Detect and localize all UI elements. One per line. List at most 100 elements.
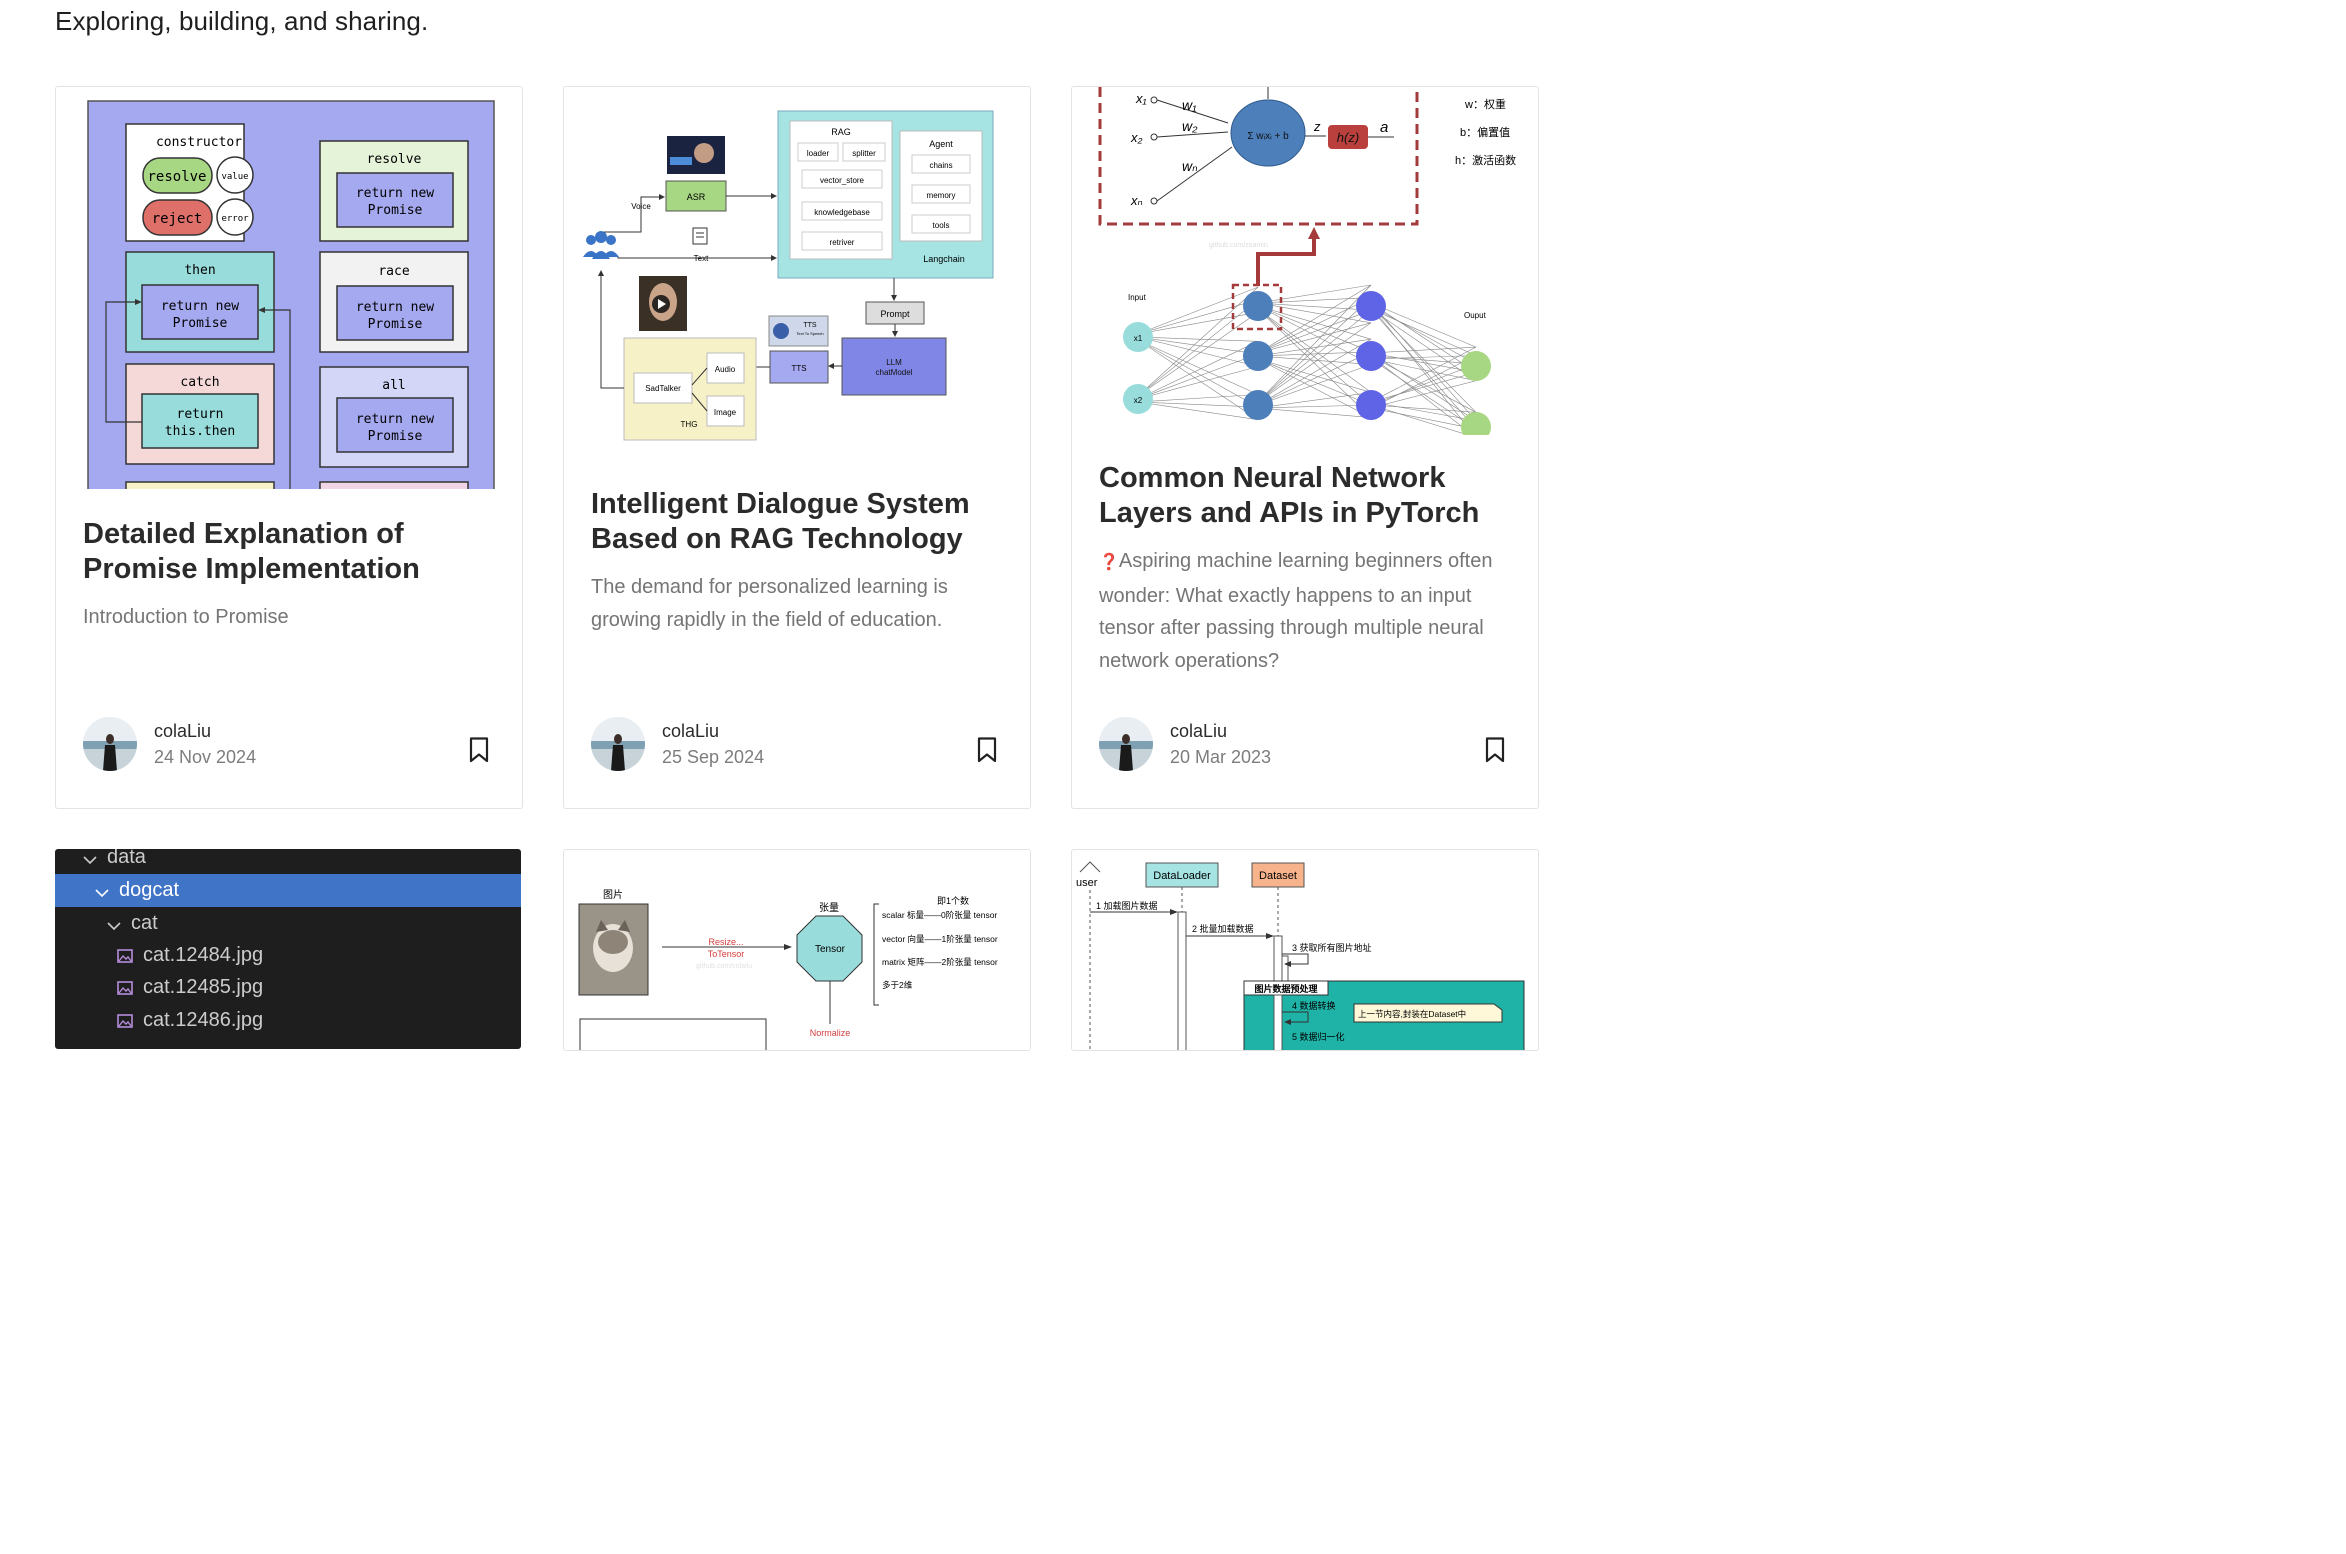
author-avatar[interactable] [591, 717, 645, 771]
svg-text:ToTensor: ToTensor [708, 949, 745, 959]
post-title[interactable]: Common Neural Network Layers and APIs in… [1099, 461, 1499, 531]
neural-network-diagram: x₁ x₂ xₙ w₁ w₂ wₙ Σ wᵢxᵢ + b z h(z) a w：… [1098, 87, 1516, 435]
tree-row-file[interactable]: cat.12486.jpg [55, 1004, 521, 1037]
svg-text:Langchain: Langchain [923, 254, 965, 264]
svg-text:github.com/colaliu: github.com/colaliu [696, 963, 752, 970]
svg-text:Tensor: Tensor [815, 944, 846, 955]
svg-text:return new: return new [161, 299, 239, 314]
svg-text:vector 向量——1阶张量 tensor: vector 向量——1阶张量 tensor [882, 934, 998, 944]
post-description: Introduction to Promise [83, 606, 289, 628]
svg-text:github.com/zoamin: github.com/zoamin [1209, 242, 1268, 249]
svg-text:x₁: x₁ [1135, 91, 1147, 106]
author-name[interactable]: colaLiu [1170, 721, 1227, 742]
cover-image-sequence[interactable]: user DataLoader Dataset 1 加载图片数据 2 批量加载数… [1072, 850, 1538, 1050]
svg-text:resolve: resolve [147, 169, 206, 185]
svg-text:x2: x2 [1134, 396, 1143, 405]
svg-text:matrix 矩阵——2阶张量 tensor: matrix 矩阵——2阶张量 tensor [882, 957, 998, 967]
svg-text:scalar 标量——0阶张量 tensor: scalar 标量——0阶张量 tensor [882, 910, 997, 920]
svg-text:Normalize: Normalize [810, 1028, 851, 1038]
cover-image-tensor[interactable]: 图片 Resize... ToTensor github.com/colaliu… [564, 850, 1030, 1050]
svg-text:then: then [184, 263, 215, 278]
sequence-diagram: user DataLoader Dataset 1 加载图片数据 2 批量加载数… [1076, 861, 1525, 1050]
chevron-down-icon [83, 849, 97, 872]
svg-text:b：偏置值: b：偏置值 [1460, 125, 1510, 139]
tree-row-file[interactable]: cat.12484.jpg [55, 939, 521, 972]
svg-text:all: all [382, 378, 405, 393]
svg-text:retriver: retriver [830, 238, 855, 247]
post-date: 24 Nov 2024 [154, 747, 257, 767]
svg-text:Promise: Promise [368, 317, 423, 332]
post-card-tensor[interactable]: 图片 Resize... ToTensor github.com/colaliu… [563, 849, 1031, 1051]
chevron-down-icon [95, 882, 109, 905]
author-name[interactable]: colaLiu [154, 721, 211, 742]
svg-text:5 数据归一化: 5 数据归一化 [1292, 1031, 1345, 1042]
svg-text:1 加载图片数据: 1 加载图片数据 [1096, 900, 1158, 911]
bookmark-icon[interactable] [1485, 737, 1505, 763]
rag-diagram: RAG loader splitter vector_store knowled… [583, 110, 994, 441]
svg-text:loader: loader [807, 149, 830, 158]
svg-text:catch: catch [180, 375, 219, 390]
svg-text:z: z [1313, 119, 1321, 134]
svg-text:即1个数: 即1个数 [937, 895, 969, 906]
svg-text:tools: tools [933, 221, 950, 230]
tensor-diagram: 图片 Resize... ToTensor github.com/colaliu… [578, 888, 998, 1050]
svg-text:a: a [1380, 119, 1388, 136]
tree-row-cat[interactable]: cat [55, 907, 521, 940]
post-date: 20 Mar 2023 [1170, 747, 1272, 767]
cover-image-promise[interactable]: constructor resolve value reject error r… [56, 87, 522, 489]
image-file-icon [117, 979, 133, 1002]
tree-row-data[interactable]: data [55, 849, 521, 874]
svg-text:Σ wᵢxᵢ + b: Σ wᵢxᵢ + b [1247, 131, 1289, 142]
svg-text:return: return [177, 407, 224, 422]
post-card-promise[interactable]: constructor resolve value reject error r… [55, 86, 523, 809]
file-tree-cover[interactable]: data dogcat cat cat.12484.jpg cat.12485.… [55, 849, 521, 1049]
svg-text:Dataset: Dataset [1259, 870, 1297, 882]
svg-text:SadTalker: SadTalker [645, 384, 681, 393]
post-card-dogcat[interactable]: data dogcat cat cat.12484.jpg cat.12485.… [55, 849, 521, 1049]
svg-text:Input: Input [1128, 293, 1147, 302]
svg-text:DataLoader: DataLoader [1153, 870, 1211, 882]
tree-row-file[interactable]: cat.12485.jpg [55, 971, 521, 1004]
svg-text:splitter: splitter [852, 149, 876, 158]
svg-text:user: user [1076, 877, 1098, 889]
svg-text:多于2维: 多于2维 [882, 980, 913, 990]
svg-text:h：激活函数: h：激活函数 [1455, 153, 1516, 167]
bookmark-icon[interactable] [469, 737, 489, 763]
svg-text:error: error [221, 214, 249, 224]
svg-text:knowledgebase: knowledgebase [814, 208, 870, 217]
svg-text:x₂: x₂ [1130, 130, 1143, 145]
author-avatar[interactable] [83, 717, 137, 771]
svg-text:ASR: ASR [687, 192, 706, 202]
svg-text:图片: 图片 [603, 888, 623, 901]
svg-text:wₙ: wₙ [1182, 158, 1198, 174]
tree-row-dogcat[interactable]: dogcat [55, 874, 521, 907]
svg-text:2 批量加载数据: 2 批量加载数据 [1192, 923, 1254, 934]
svg-text:Promise: Promise [173, 316, 228, 331]
post-card-rag[interactable]: RAG loader splitter vector_store knowled… [563, 86, 1031, 809]
svg-text:chatModel: chatModel [876, 368, 913, 377]
svg-text:Promise: Promise [368, 429, 423, 444]
bookmark-icon[interactable] [977, 737, 997, 763]
cover-image-pytorch[interactable]: x₁ x₂ xₙ w₁ w₂ wₙ Σ wᵢxᵢ + b z h(z) a w：… [1072, 87, 1538, 435]
svg-text:return new: return new [356, 186, 434, 201]
author-avatar[interactable] [1099, 717, 1153, 771]
promise-diagram: constructor resolve value reject error r… [87, 100, 495, 489]
svg-text:w₂: w₂ [1182, 118, 1198, 134]
svg-text:Promise: Promise [368, 203, 423, 218]
svg-text:h(z): h(z) [1337, 130, 1359, 145]
post-title[interactable]: Intelligent Dialogue System Based on RAG… [591, 487, 991, 557]
label-constructor: constructor [156, 135, 242, 150]
svg-text:value: value [221, 172, 248, 182]
svg-text:w：权重: w：权重 [1464, 97, 1506, 111]
svg-text:reject: reject [152, 211, 203, 227]
svg-text:w₁: w₁ [1182, 97, 1197, 113]
svg-text:Text To Speech: Text To Speech [796, 331, 823, 336]
post-card-pytorch[interactable]: x₁ x₂ xₙ w₁ w₂ wₙ Σ wᵢxᵢ + b z h(z) a w：… [1071, 86, 1539, 809]
author-name[interactable]: colaLiu [662, 721, 719, 742]
cover-image-rag[interactable]: RAG loader splitter vector_store knowled… [564, 87, 1030, 467]
svg-text:TTS: TTS [803, 322, 817, 329]
post-title[interactable]: Detailed Explanation of Promise Implemen… [83, 517, 483, 587]
post-card-dataset[interactable]: user DataLoader Dataset 1 加载图片数据 2 批量加载数… [1071, 849, 1539, 1051]
svg-text:张量: 张量 [819, 902, 839, 914]
image-file-icon [117, 947, 133, 970]
